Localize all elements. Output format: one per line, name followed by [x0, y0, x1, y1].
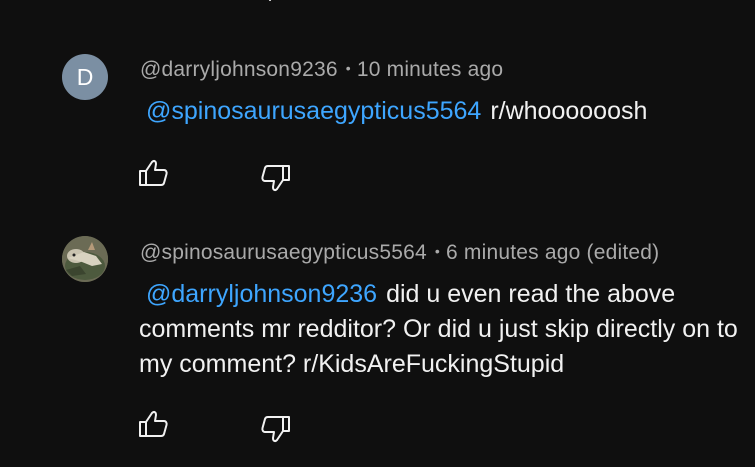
comment-author[interactable]: @darryljohnson9236 [140, 58, 338, 81]
comment-meta: @darryljohnson9236 • 10 minutes ago [140, 58, 503, 82]
meta-separator: • [345, 60, 351, 76]
like-button[interactable] [137, 157, 169, 189]
comment-text: @darryljohnson9236 did u even read the ab… [139, 277, 751, 382]
comment-timestamp[interactable]: 6 minutes ago (edited) [446, 241, 659, 264]
dinosaur-avatar-icon [62, 236, 108, 282]
avatar-letter: D [76, 63, 94, 90]
comment-body: r/whoooooosh [490, 97, 648, 125]
thumbs-down-icon [261, 416, 290, 443]
mention-link[interactable]: @darryljohnson9236 [146, 280, 377, 308]
dislike-button[interactable] [260, 162, 292, 194]
comment-timestamp[interactable]: 10 minutes ago [357, 58, 503, 81]
comment-author[interactable]: @spinosaurusaegypticus5564 [140, 241, 427, 264]
comment-text: @spinosaurusaegypticus5564 r/whoooooosh [139, 94, 751, 129]
thumbs-down-icon-partial[interactable] [264, 0, 286, 8]
mention-link[interactable]: @spinosaurusaegypticus5564 [146, 97, 481, 125]
thumbs-up-icon [139, 159, 168, 186]
meta-separator: • [434, 243, 440, 259]
avatar[interactable] [62, 236, 108, 282]
thumbs-down-icon [261, 165, 290, 192]
dislike-button[interactable] [260, 413, 292, 445]
avatar[interactable]: D [62, 54, 108, 100]
comment-meta: @spinosaurusaegypticus5564 • 6 minutes ago… [140, 241, 659, 265]
like-button[interactable] [137, 408, 169, 440]
thumbs-up-icon [139, 410, 168, 437]
